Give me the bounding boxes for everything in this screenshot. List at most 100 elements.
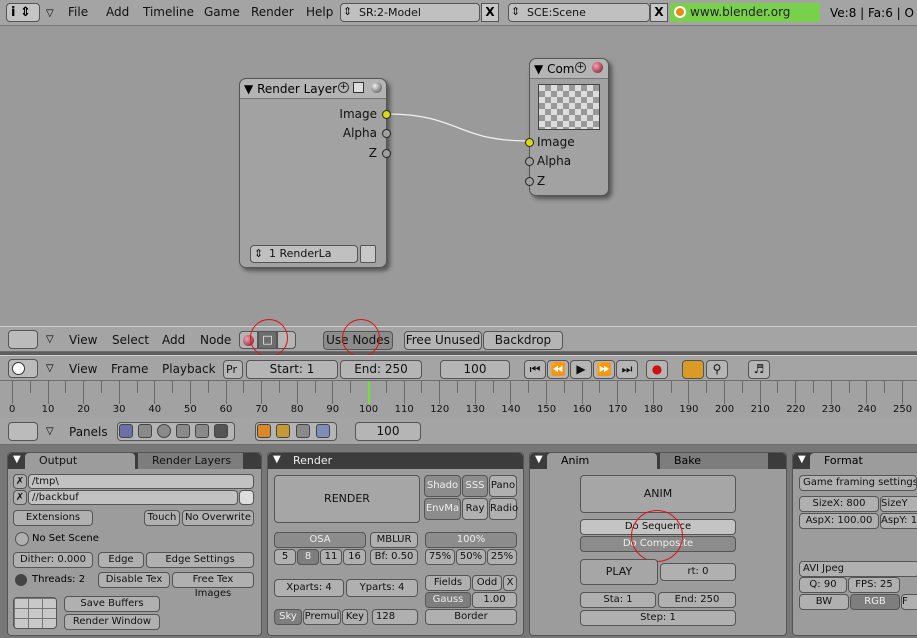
node-preview-sphere-icon[interactable] xyxy=(371,82,382,93)
menu-add[interactable]: Add xyxy=(106,5,129,19)
scene-close-button[interactable]: X xyxy=(650,3,668,22)
anim-playback-icon[interactable] xyxy=(276,424,290,438)
radio-toggle[interactable]: Radio xyxy=(489,498,518,520)
jump-start-button[interactable]: ⏮ xyxy=(524,360,546,379)
rgba-toggle[interactable]: F xyxy=(901,594,917,610)
no-set-scene-label[interactable]: No Set Scene xyxy=(32,533,99,544)
record-button[interactable]: ● xyxy=(646,360,668,379)
quality-field[interactable]: Q: 90 xyxy=(799,577,847,593)
shadow-toggle[interactable]: Shado xyxy=(424,475,461,497)
backbuf-path-icon[interactable]: ✗ xyxy=(13,490,27,505)
gauss-select[interactable]: Gauss xyxy=(425,592,471,608)
audio-speaker-icon[interactable]: ♬ xyxy=(748,360,770,379)
sky-toggle[interactable]: Sky xyxy=(274,609,302,625)
jump-end-button[interactable]: ⏭ xyxy=(616,360,638,379)
scene-link-icon[interactable] xyxy=(15,532,29,546)
fields-toggle[interactable]: Fields xyxy=(425,575,471,591)
tab-render-layers[interactable]: Render Layers xyxy=(138,453,243,469)
menu-view[interactable]: View xyxy=(69,362,97,376)
editing-icon[interactable] xyxy=(195,424,209,438)
info-icon[interactable]: i ⇕ xyxy=(6,3,40,22)
collapse-triangle-icon[interactable]: ▼ xyxy=(534,62,543,76)
extensions-button[interactable]: Extensions xyxy=(13,510,93,526)
percent-25-button[interactable]: 25% xyxy=(487,549,517,565)
collapse-triangle-icon[interactable]: ▼ xyxy=(273,454,281,465)
end-frame-field[interactable]: End: 250 xyxy=(340,360,422,379)
node-preview-sphere-icon[interactable] xyxy=(592,62,603,73)
input-alpha-socket[interactable] xyxy=(525,157,534,166)
backbuf-path-field[interactable]: //backbuf xyxy=(28,490,238,505)
node-editor[interactable]: ▼ Render Layer + Image Alpha Z ⇕ 1 Rende… xyxy=(0,26,917,326)
menu-view[interactable]: View xyxy=(69,333,97,347)
osa-toggle[interactable]: OSA xyxy=(274,532,366,548)
node-menu-icon[interactable] xyxy=(353,82,364,93)
keyframe-type-icon[interactable] xyxy=(682,360,704,379)
sizey-field[interactable]: SizeY xyxy=(880,496,917,512)
collapse-triangle-icon[interactable]: ▼ xyxy=(244,82,253,96)
free-unused-button[interactable]: Free Unused xyxy=(404,331,482,350)
output-path-field[interactable]: /tmp\ xyxy=(28,474,254,489)
render-layer-node[interactable]: ▼ Render Layer + Image Alpha Z ⇕ 1 Rende… xyxy=(239,78,391,268)
key-icon[interactable]: ⚲ xyxy=(706,360,728,379)
threads-label[interactable]: Threads: 2 xyxy=(32,574,85,585)
bw-toggle[interactable]: BW xyxy=(799,594,849,610)
object-icon[interactable] xyxy=(176,424,190,438)
envmap-toggle[interactable]: EnvMa xyxy=(424,498,461,520)
node-plus-icon[interactable]: + xyxy=(338,82,349,93)
aspy-field[interactable]: AspY: 1 xyxy=(880,513,917,529)
color-depth-select[interactable]: 128 xyxy=(372,609,418,625)
xparts-field[interactable]: Xparts: 4 xyxy=(274,579,344,597)
osa-8-button[interactable]: 8 xyxy=(297,549,319,565)
tab-anim[interactable]: Anim xyxy=(547,453,657,469)
yparts-field[interactable]: Yparts: 4 xyxy=(346,579,418,597)
menu-node[interactable]: Node xyxy=(200,333,231,347)
editor-type-icon[interactable] xyxy=(8,330,38,349)
tab-bake[interactable]: Bake xyxy=(660,453,768,469)
gauss-size-field[interactable]: 1.00 xyxy=(472,592,517,608)
touch-button[interactable]: Touch xyxy=(144,510,180,526)
output-alpha-socket[interactable] xyxy=(382,129,391,138)
scene-selector[interactable]: ⇕ SCE:Scene xyxy=(508,3,650,22)
end-frame-field[interactable]: End: 250 xyxy=(658,592,736,608)
output-image-socket[interactable] xyxy=(382,110,391,119)
render-button[interactable]: RENDER xyxy=(274,475,420,523)
sss-toggle[interactable]: SSS xyxy=(462,475,488,497)
panels-menu[interactable]: Panels xyxy=(69,425,108,439)
edge-settings-button[interactable]: Edge Settings xyxy=(146,552,254,568)
save-buffers-button[interactable]: Save Buffers xyxy=(64,596,160,612)
blur-factor-field[interactable]: Bf: 0.50 xyxy=(370,549,418,565)
screen-close-button[interactable]: X xyxy=(481,3,499,22)
start-frame-field[interactable]: Sta: 1 xyxy=(580,592,656,608)
render-grid-icon[interactable] xyxy=(13,597,57,629)
play-button[interactable]: ▶ xyxy=(570,360,592,379)
script-icon[interactable] xyxy=(138,424,152,438)
world-curve-icon[interactable] xyxy=(316,424,330,438)
rgb-toggle[interactable]: RGB xyxy=(850,594,900,610)
start-frame-field[interactable]: Start: 1 xyxy=(246,360,338,379)
clock-icon[interactable] xyxy=(8,359,38,378)
x-toggle[interactable]: X xyxy=(503,575,517,591)
menu-help[interactable]: Help xyxy=(306,5,333,19)
no-overwrite-button[interactable]: No Overwrite xyxy=(182,510,254,526)
render-layer-node-header[interactable]: ▼ Render Layer + xyxy=(240,79,386,99)
collapse-arrow-icon[interactable]: ▽ xyxy=(46,8,54,19)
sub-context-icons-group[interactable] xyxy=(255,422,337,441)
preview-range-toggle[interactable]: Pr xyxy=(223,360,243,379)
osa-11-button[interactable]: 11 xyxy=(320,549,342,565)
game-framing-button[interactable]: Game framing settings xyxy=(799,475,917,491)
rewind-button[interactable]: ⏪ xyxy=(547,360,569,379)
collapse-triangle-icon[interactable]: ▼ xyxy=(798,454,806,465)
menu-playback[interactable]: Playback xyxy=(162,362,216,376)
mblur-toggle[interactable]: MBLUR xyxy=(370,532,418,548)
step-field[interactable]: Step: 1 xyxy=(580,610,736,626)
output-z-socket[interactable] xyxy=(382,149,391,158)
buttons-frame-field[interactable]: 100 xyxy=(355,422,421,441)
disable-tex-button[interactable]: Disable Tex xyxy=(98,572,170,588)
scene-icon[interactable] xyxy=(214,424,228,438)
image-browse-icon[interactable] xyxy=(360,245,376,263)
backdrop-button[interactable]: Backdrop xyxy=(483,331,563,350)
menu-render[interactable]: Render xyxy=(251,5,294,19)
current-frame-field[interactable]: 100 xyxy=(440,360,510,379)
play-anim-button[interactable]: PLAY xyxy=(580,559,658,585)
osa-5-button[interactable]: 5 xyxy=(274,549,296,565)
